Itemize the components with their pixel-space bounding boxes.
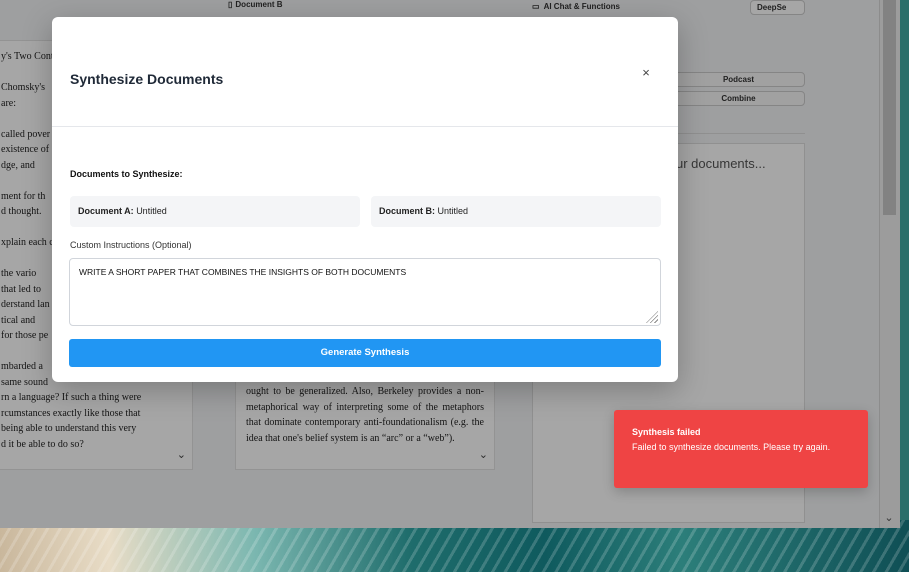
toast-title: Synthesis failed — [632, 427, 701, 437]
document-a-label: Document A: — [78, 206, 134, 216]
document-b-label: Document B: — [379, 206, 435, 216]
documents-section-label: Documents to Synthesize: — [70, 169, 183, 179]
document-a-card: Document A: Untitled — [70, 196, 360, 227]
close-icon[interactable]: × — [638, 65, 654, 81]
document-b-card: Document B: Untitled — [371, 196, 661, 227]
generate-synthesis-button[interactable]: Generate Synthesis — [69, 339, 661, 367]
error-toast[interactable]: Synthesis failed Failed to synthesize do… — [614, 410, 868, 488]
instructions-textarea[interactable]: WRITE A SHORT PAPER THAT COMBINES THE IN… — [69, 258, 661, 326]
toast-message: Failed to synthesize documents. Please t… — [632, 442, 831, 452]
divider — [52, 126, 678, 127]
instructions-label: Custom Instructions (Optional) — [70, 240, 192, 250]
document-a-value: Untitled — [136, 206, 167, 216]
document-b-value: Untitled — [437, 206, 469, 216]
app-window: ▯ Document B ▭ AI Chat & Functions DeepS… — [0, 0, 900, 528]
synthesize-modal: Synthesize Documents × Documents to Synt… — [52, 17, 678, 382]
modal-title: Synthesize Documents — [70, 71, 224, 87]
